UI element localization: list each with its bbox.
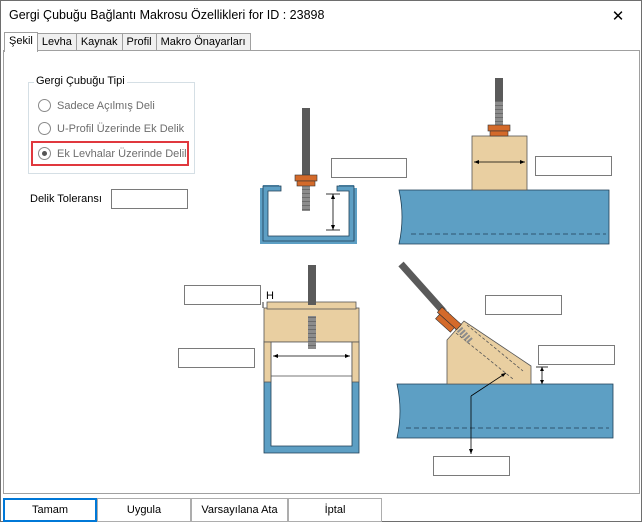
plate-thickness-input[interactable] [184, 285, 261, 305]
plate-width-input[interactable] [535, 156, 612, 176]
radio-button[interactable] [38, 99, 51, 112]
selection-highlight [31, 141, 189, 166]
h-dimension-label: H [266, 290, 274, 302]
u-profile-plates-detail [262, 265, 360, 454]
tab-sekil[interactable]: Şekil [4, 32, 38, 52]
radio-button[interactable] [38, 122, 51, 135]
rod-type-group-title: Gergi Çubuğu Tipi [34, 75, 127, 87]
dialog-window: Gergi Çubuğu Bağlantı Makrosu Özellikler… [0, 0, 642, 522]
hole-tolerance-input[interactable] [111, 189, 188, 209]
hole-tolerance-label: Delik Toleransı [30, 193, 102, 205]
apply-button[interactable]: Uygula [97, 498, 191, 522]
radio-label: U-Profil Üzerinde Ek Delik [57, 122, 185, 135]
radio-option-slotted-hole[interactable]: Sadece Açılmış Deli [38, 99, 155, 112]
button-bar: Tamam Uygula Varsayılana Ata İptal [1, 498, 641, 522]
set-defaults-button[interactable]: Varsayılana Ata [191, 498, 288, 522]
plate-height-input[interactable] [538, 345, 615, 365]
rod [302, 108, 310, 178]
cancel-button[interactable]: İptal [288, 498, 382, 522]
angled-plate-input[interactable] [485, 295, 562, 315]
offset-input[interactable] [433, 456, 510, 476]
rod-projection-input[interactable] [331, 158, 407, 178]
radio-label: Sadece Açılmış Deli [57, 99, 155, 112]
nut-icon [294, 174, 318, 182]
inner-width-input[interactable] [178, 348, 255, 368]
radio-option-u-profile-hole[interactable]: U-Profil Üzerinde Ek Delik [38, 122, 184, 135]
ok-button[interactable]: Tamam [3, 498, 97, 522]
